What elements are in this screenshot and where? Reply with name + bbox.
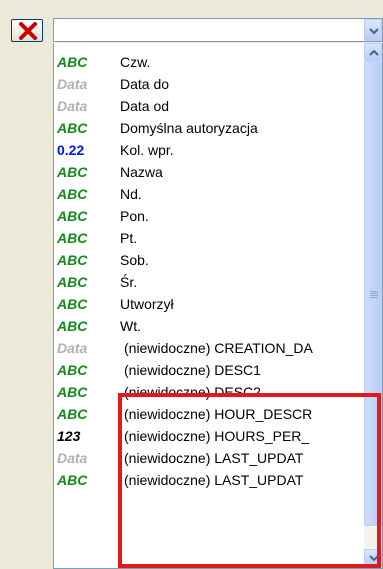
scroll-down-button[interactable]	[364, 549, 382, 567]
field-label: Śr.	[120, 274, 138, 290]
field-type-icon: ABC	[57, 472, 88, 488]
scroll-thumb[interactable]	[364, 61, 382, 526]
field-type-icon: ABC	[57, 186, 88, 202]
vertical-scrollbar[interactable]	[364, 43, 382, 567]
list-item[interactable]: ABC Śr.	[54, 271, 365, 293]
field-type-icon: 0.22	[57, 142, 85, 158]
list-item[interactable]: ABC Pon.	[54, 205, 365, 227]
list-item[interactable]: ABC (niewidoczne) LAST_UPDAT	[54, 469, 365, 491]
thumb-grip	[370, 293, 378, 294]
list-item[interactable]: ABC Czw.	[54, 51, 365, 73]
field-type-icon: ABC	[57, 362, 88, 378]
field-type-icon: ABC	[57, 230, 88, 246]
list-item[interactable]: Data Data od	[54, 95, 365, 117]
list-item[interactable]: Data (niewidoczne) LAST_UPDAT	[54, 447, 365, 469]
field-type-icon: 123	[57, 428, 81, 444]
field-label: (niewidoczne) HOUR_DESCR	[124, 406, 313, 422]
list-item[interactable]: ABC Domyślna autoryzacja	[54, 117, 365, 139]
list-item[interactable]: ABC Sob.	[54, 249, 365, 271]
field-type-icon: ABC	[57, 384, 88, 400]
list-item[interactable]: Data (niewidoczne) CREATION_DA	[54, 337, 365, 359]
field-label: Nazwa	[120, 164, 163, 180]
field-label: Data do	[120, 76, 170, 92]
field-type-icon: ABC	[57, 318, 88, 334]
list-item[interactable]: ABC Utworzył	[54, 293, 365, 315]
list-item[interactable]: 123 (niewidoczne) HOURS_PER_	[54, 425, 365, 447]
field-label: Czw.	[120, 54, 151, 70]
field-label: (niewidoczne) DESC1	[124, 362, 261, 378]
thumb-grip	[370, 291, 378, 292]
chevron-down-icon	[369, 28, 379, 35]
field-label: Utworzył	[120, 296, 174, 312]
list-item[interactable]: ABC Nd.	[54, 183, 365, 205]
field-label: Pt.	[120, 230, 138, 246]
field-label: Wt.	[120, 318, 141, 334]
field-label: Kol. wpr.	[120, 142, 174, 158]
list-item[interactable]: ABC (niewidoczne) HOUR_DESCR	[54, 403, 365, 425]
close-button[interactable]	[11, 19, 43, 42]
field-type-icon: ABC	[57, 54, 88, 70]
field-label: (niewidoczne) DESC2	[124, 384, 261, 400]
field-type-icon: ABC	[57, 164, 88, 180]
left-panel	[0, 0, 50, 569]
field-type-icon: ABC	[57, 208, 88, 224]
close-x-icon	[19, 22, 37, 40]
field-label: (niewidoczne) LAST_UPDAT	[124, 450, 304, 466]
field-type-icon: ABC	[57, 120, 88, 136]
chevron-up-icon	[369, 49, 379, 56]
field-label: (niewidoczne) CREATION_DA	[124, 340, 313, 356]
thumb-grip	[370, 297, 378, 298]
field-type-icon: Data	[57, 98, 88, 114]
field-label: Sob.	[120, 252, 149, 268]
field-type-icon: ABC	[57, 406, 88, 422]
field-combobox[interactable]	[53, 18, 383, 42]
field-type-icon: ABC	[57, 274, 88, 290]
list-item[interactable]: ABC Wt.	[54, 315, 365, 337]
field-label: Data od	[120, 98, 170, 114]
combo-dropdown-button[interactable]	[364, 19, 382, 41]
list-item[interactable]: ABC (niewidoczne) DESC1	[54, 359, 365, 381]
field-label: (niewidoczne) LAST_UPDAT	[124, 472, 304, 488]
field-type-icon: Data	[57, 450, 88, 466]
thumb-grip	[370, 295, 378, 296]
field-label: (niewidoczne) HOURS_PER_	[124, 428, 310, 444]
list-item[interactable]: 0.22 Kol. wpr.	[54, 139, 365, 161]
field-label: Domyślna autoryzacja	[120, 120, 258, 136]
list-item[interactable]: ABC Nazwa	[54, 161, 365, 183]
chevron-down-icon	[369, 555, 379, 562]
field-label: Nd.	[120, 186, 142, 202]
list-item[interactable]: Data Data do	[54, 73, 365, 95]
field-type-icon: ABC	[57, 296, 88, 312]
field-list[interactable]: ABC Czw. Data Data do Data Data od ABC Domyślna…	[53, 43, 383, 569]
field-label: Pon.	[120, 208, 149, 224]
field-type-icon: ABC	[57, 252, 88, 268]
field-type-icon: Data	[57, 340, 88, 356]
field-type-icon: Data	[57, 76, 88, 92]
scroll-up-button[interactable]	[364, 43, 382, 61]
list-item[interactable]: ABC Pt.	[54, 227, 365, 249]
list-item[interactable]: ABC (niewidoczne) DESC2	[54, 381, 365, 403]
